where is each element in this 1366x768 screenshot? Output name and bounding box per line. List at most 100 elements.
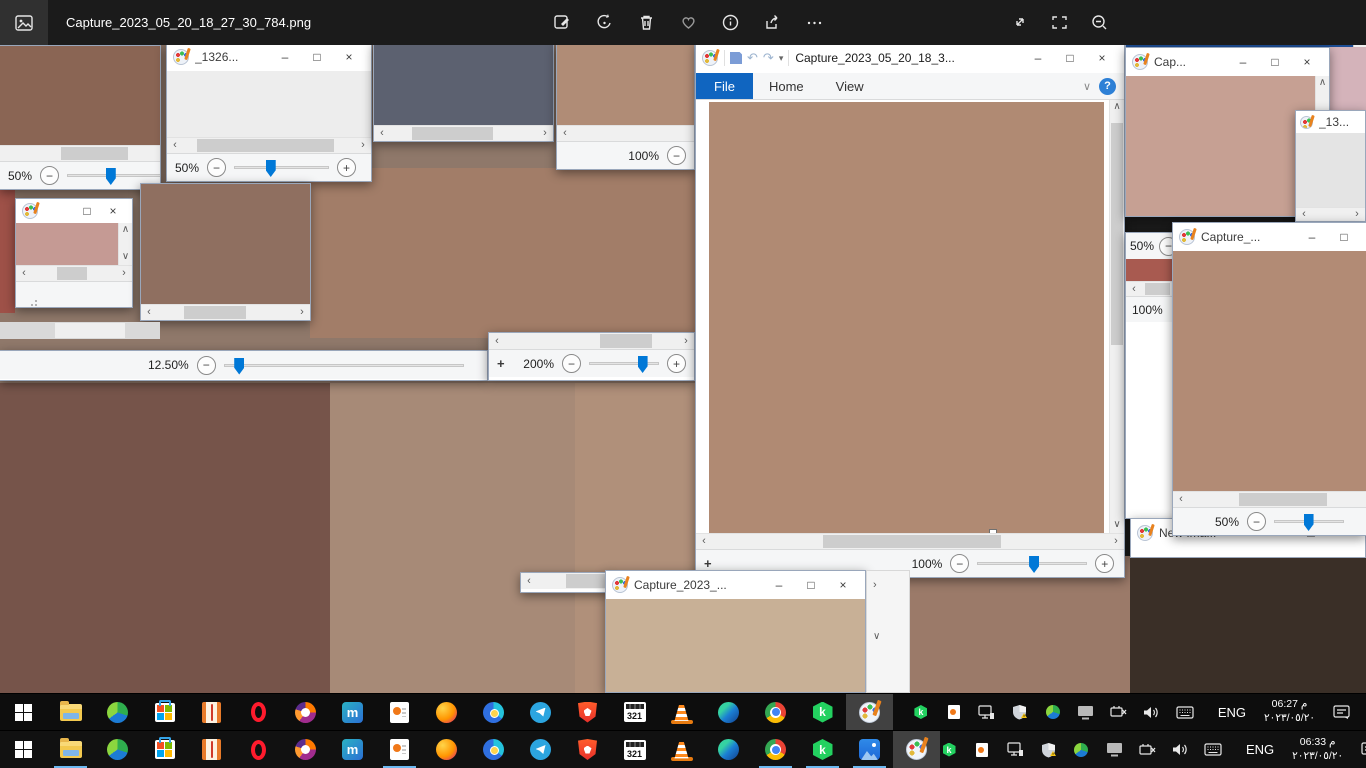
taskbar-item-edge[interactable]: [705, 731, 752, 768]
zoom-slider-thumb[interactable]: [638, 356, 648, 373]
horizontal-scrollbar[interactable]: ‹: [557, 125, 694, 141]
taskbar-item-telegram[interactable]: [517, 694, 564, 730]
scroll-left-icon[interactable]: ‹: [141, 305, 157, 320]
hscroll-thumb[interactable]: [1239, 493, 1328, 506]
language-indicator[interactable]: ENG: [1236, 742, 1284, 757]
taskbar-item-idm[interactable]: [94, 731, 141, 768]
notification-center-icon[interactable]: [1323, 705, 1360, 720]
zoom-out-button[interactable]: −: [667, 146, 686, 165]
vertical-scrollbar[interactable]: ∧ ∨: [118, 223, 132, 265]
taskbar-item-paint[interactable]: [846, 694, 893, 730]
taskbar-item-webcam-app[interactable]: [470, 731, 517, 768]
zoom-slider[interactable]: [1274, 520, 1344, 523]
vscroll-thumb[interactable]: [1111, 123, 1123, 345]
hscroll-track[interactable]: [1312, 208, 1349, 221]
delete-icon[interactable]: [629, 6, 663, 40]
tray-power-off-icon[interactable]: [1138, 741, 1156, 759]
undo-button[interactable]: ↶: [747, 50, 758, 66]
scroll-left-icon[interactable]: ‹: [521, 574, 537, 589]
scroll-right-icon[interactable]: ›: [537, 126, 553, 141]
close-button[interactable]: ×: [1086, 45, 1118, 71]
hscroll-track[interactable]: [0, 322, 160, 339]
minimize-button[interactable]: –: [763, 572, 795, 598]
scroll-down-icon[interactable]: ∨: [873, 631, 880, 642]
language-indicator[interactable]: ENG: [1208, 705, 1256, 720]
hscroll-track[interactable]: [32, 266, 116, 281]
close-button[interactable]: ×: [333, 44, 365, 70]
hscroll-track[interactable]: [0, 146, 160, 161]
zoom-slider[interactable]: [67, 174, 160, 177]
tray-defender-shield-icon[interactable]: [1011, 703, 1029, 721]
horizontal-scrollbar[interactable]: ‹: [1126, 281, 1173, 296]
horizontal-scrollbar[interactable]: ‹ ›: [141, 304, 310, 320]
minimize-button[interactable]: –: [1022, 45, 1054, 71]
window-titlebar[interactable]: _1326... –□×: [167, 43, 371, 71]
hscroll-track[interactable]: [537, 573, 609, 589]
scroll-right-icon[interactable]: ›: [116, 266, 132, 281]
tray-document-tray-icon[interactable]: [945, 703, 963, 721]
taskbar-item-firefox[interactable]: [423, 731, 470, 768]
rotate-icon[interactable]: [587, 6, 621, 40]
minimize-button[interactable]: –: [1296, 224, 1328, 250]
taskbar-item-kaspersky[interactable]: k: [799, 694, 846, 730]
taskbar-item-document-viewer[interactable]: [376, 731, 423, 768]
scroll-down-icon[interactable]: ∨: [1110, 518, 1124, 533]
horizontal-scrollbar[interactable]: ‹ ›: [167, 137, 371, 153]
tray-keyboard-icon[interactable]: [1176, 703, 1194, 721]
horizontal-scrollbar[interactable]: ‹ ›: [696, 533, 1124, 549]
scroll-up-icon[interactable]: ∧: [119, 223, 132, 238]
hscroll-track[interactable]: [1189, 492, 1366, 507]
scroll-right-icon[interactable]: ›: [1108, 534, 1124, 549]
tab-home[interactable]: Home: [753, 73, 820, 99]
minimize-button[interactable]: –: [1227, 49, 1259, 75]
taskbar-item-vlc[interactable]: [658, 694, 705, 730]
tray-defender-shield-icon[interactable]: [1039, 741, 1057, 759]
taskbar-item-thermometer[interactable]: [188, 731, 235, 768]
zoom-slider[interactable]: [234, 166, 329, 169]
zoom-slider[interactable]: [224, 364, 464, 367]
zoom-slider-thumb[interactable]: [234, 358, 244, 375]
vscroll-track[interactable]: [1110, 115, 1124, 518]
zoom-slider-thumb[interactable]: [266, 160, 276, 177]
taskbar-clock[interactable]: 06:27 م ٢٠٢٣/٠٥/٢٠: [1256, 698, 1323, 725]
maximize-button[interactable]: □: [1259, 49, 1291, 75]
scroll-right-icon[interactable]: ›: [678, 334, 694, 349]
favorite-heart-icon[interactable]: [671, 6, 705, 40]
taskbar-item-photos[interactable]: [846, 731, 893, 768]
scroll-left-icon[interactable]: ‹: [1173, 492, 1189, 507]
tray-power-off-icon[interactable]: [1110, 703, 1128, 721]
hscroll-thumb[interactable]: [61, 147, 128, 160]
maximize-button[interactable]: □: [1328, 224, 1360, 250]
hscroll-thumb[interactable]: [600, 334, 652, 348]
tray-keyboard-icon[interactable]: [1204, 741, 1222, 759]
taskbar-item-microsoft-store[interactable]: [141, 731, 188, 768]
taskbar-item-maxthon[interactable]: m: [329, 731, 376, 768]
hscroll-thumb[interactable]: [57, 267, 86, 280]
taskbar-item-brave[interactable]: [564, 694, 611, 730]
scroll-left-icon[interactable]: ‹: [374, 126, 390, 141]
hscroll-thumb[interactable]: [1145, 283, 1170, 295]
taskbar-item-file-explorer[interactable]: [47, 694, 94, 730]
tray-network-pc-icon[interactable]: [978, 703, 996, 721]
taskbar-item-document-viewer[interactable]: [376, 694, 423, 730]
taskbar-item-mpc-321[interactable]: 321: [611, 731, 658, 768]
ribbon-collapse-icon[interactable]: ∨: [1083, 80, 1091, 93]
scroll-left-icon[interactable]: ‹: [1296, 207, 1312, 221]
help-icon[interactable]: ?: [1099, 78, 1116, 95]
taskbar-item-secure-browser[interactable]: [282, 731, 329, 768]
zoom-out-button[interactable]: −: [562, 354, 581, 373]
close-button[interactable]: ×: [100, 199, 126, 223]
hscroll-track[interactable]: [1142, 282, 1173, 296]
taskbar-item-webcam-app[interactable]: [470, 694, 517, 730]
tray-idm-globe-icon[interactable]: [1044, 703, 1062, 721]
hscroll-track[interactable]: [183, 138, 355, 153]
scroll-right-icon[interactable]: ›: [873, 579, 877, 591]
scroll-right-icon[interactable]: ›: [1349, 207, 1365, 221]
scroll-left-icon[interactable]: ‹: [167, 138, 183, 153]
taskbar-item-start[interactable]: [0, 731, 47, 768]
zoom-out-icon[interactable]: [1082, 6, 1116, 40]
tray-volume-icon[interactable]: [1143, 703, 1161, 721]
tray-volume-icon[interactable]: [1171, 741, 1189, 759]
scroll-left-icon[interactable]: ‹: [1126, 282, 1142, 297]
zoom-slider-thumb[interactable]: [1029, 556, 1039, 573]
